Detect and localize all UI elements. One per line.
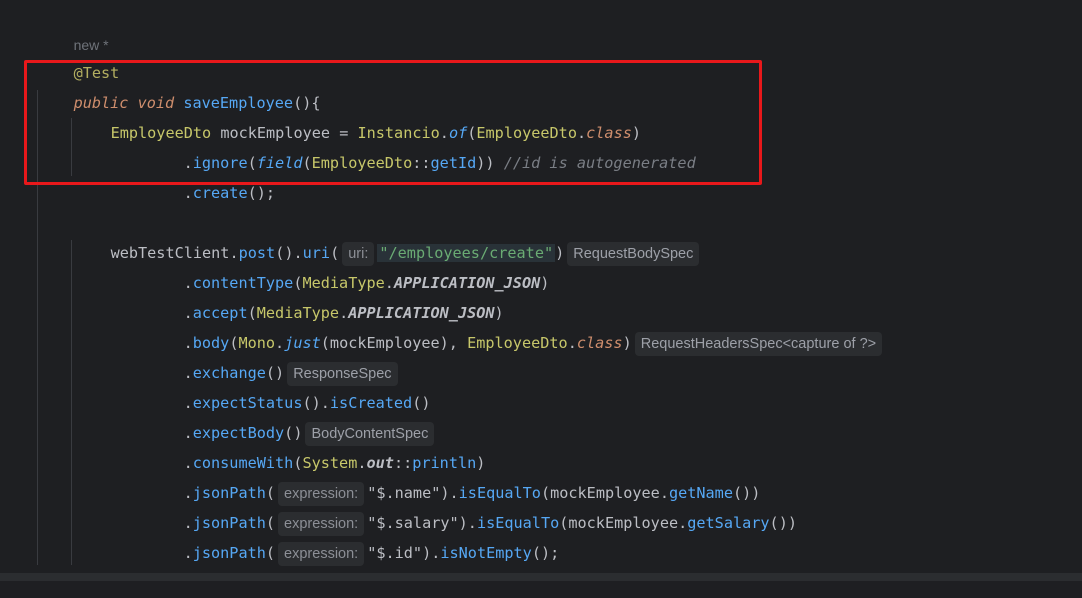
code-line-expect-status: .expectStatus().isCreated()	[183, 394, 431, 412]
type-hint: RequestHeadersSpec<capture of ?>	[634, 331, 883, 356]
method-ref[interactable]: jsonPath	[193, 544, 266, 562]
method-ref[interactable]: isNotEmpty	[440, 544, 531, 562]
code-line-accept: .accept(MediaType.APPLICATION_JSON)	[183, 304, 504, 322]
code-line-json-id: .jsonPath(expression: "$.id").isNotEmpty(…	[147, 508, 559, 566]
code-line-content-type: .contentType(MediaType.APPLICATION_JSON)	[183, 274, 550, 292]
type-hint: RequestBodySpec	[567, 241, 700, 266]
usage-hint[interactable]: new *	[37, 0, 109, 53]
code-line-json-name: .jsonPath(expression: "$.name").isEqualTo…	[147, 448, 760, 506]
method-ref[interactable]: create	[193, 184, 248, 202]
code-line-consume: .consumeWith(System.out::println)	[183, 454, 486, 472]
string-literal: "$.id"	[367, 544, 423, 562]
code-line-expect-body: .expectBody() BodyContentSpec	[147, 388, 437, 446]
editor-bottom-edge	[0, 573, 1082, 581]
method-ref[interactable]: getSalary	[687, 514, 769, 532]
parameter-hint: expression:	[278, 541, 365, 566]
code-editor[interactable]: new * @Test public void saveEmployee(){ …	[0, 0, 1082, 581]
class-ref[interactable]: EmployeeDto	[467, 334, 568, 352]
indent-guide	[71, 240, 72, 565]
code-line-exchange: .exchange() ResponseSpec	[147, 328, 401, 386]
code-line-body: .body(Mono.just(mockEmployee), EmployeeD…	[147, 298, 885, 356]
code-line-json-salary: .jsonPath(expression: "$.salary").isEqual…	[147, 478, 797, 536]
code-line-annotation: @Test	[37, 28, 120, 82]
red-highlight-box	[24, 60, 762, 185]
code-line-client: webTestClient.post().uri(uri: "/employees…	[74, 208, 702, 266]
